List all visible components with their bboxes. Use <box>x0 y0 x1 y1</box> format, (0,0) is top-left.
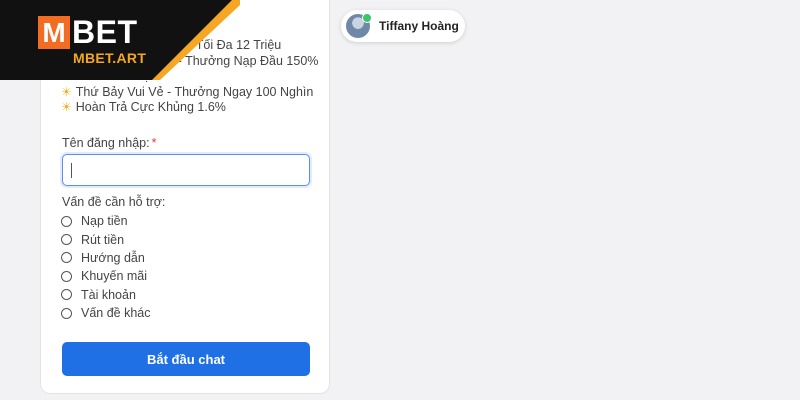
radio-button[interactable] <box>61 234 72 246</box>
agent-chip[interactable]: Tiffany Hoàng <box>341 10 465 42</box>
required-mark: * <box>151 136 157 150</box>
username-input[interactable] <box>62 154 310 186</box>
logo-wordmark: BET <box>72 14 138 50</box>
sun-emoji-icon: ☀ <box>61 100 72 114</box>
radio-option-other[interactable]: Vấn đề khác <box>61 304 151 322</box>
radio-option-promotion[interactable]: Khuyến mãi <box>61 267 151 285</box>
agent-name: Tiffany Hoàng <box>379 19 459 33</box>
avatar <box>346 13 372 38</box>
radio-option-account[interactable]: Tài khoản <box>61 286 151 304</box>
radio-option-withdraw[interactable]: Rút tiền <box>61 230 151 248</box>
radio-option-guide[interactable]: Hướng dẫn <box>61 249 151 267</box>
radio-button[interactable] <box>61 252 72 264</box>
radio-button[interactable] <box>61 270 72 282</box>
support-topic-options: Nạp tiền Rút tiền Hướng dẫn Khuyến mãi T… <box>61 212 151 322</box>
support-topic-label: Vấn đề cần hỗ trợ: <box>62 195 166 209</box>
radio-option-deposit[interactable]: Nạp tiền <box>61 212 151 230</box>
logo-m-mark: M <box>38 16 70 49</box>
text-caret <box>71 163 72 178</box>
radio-button[interactable] <box>61 307 72 319</box>
promo-line: ☀ Hoàn Trả Cực Khủng 1.6% <box>61 100 226 114</box>
radio-button[interactable] <box>61 289 72 301</box>
start-chat-button[interactable]: Bắt đầu chat <box>62 342 310 376</box>
logo-site-url: MBET.ART <box>73 50 147 66</box>
radio-button[interactable] <box>61 215 72 227</box>
username-label: Tên đăng nhập: * <box>62 136 157 150</box>
online-status-icon <box>362 13 372 23</box>
